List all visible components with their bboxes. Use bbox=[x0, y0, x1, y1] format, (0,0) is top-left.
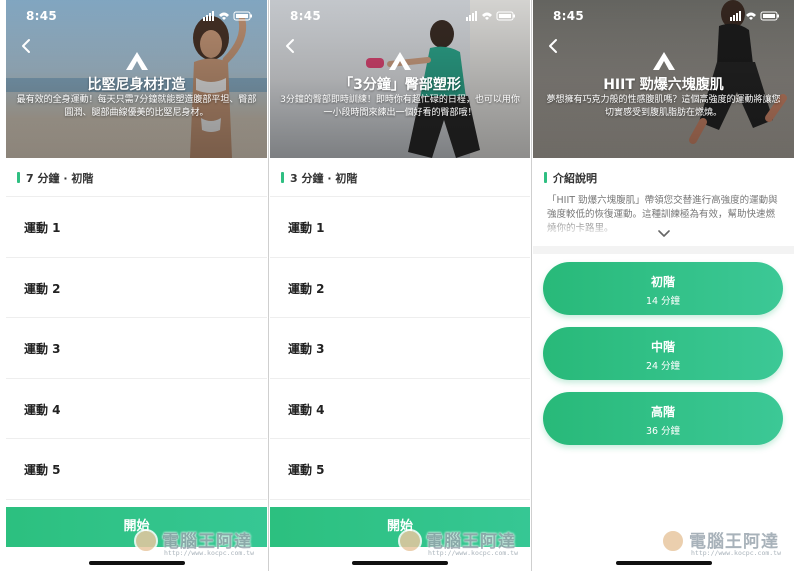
status-bar: 8:45 bbox=[6, 0, 267, 30]
exercise-item[interactable]: 運動 1 bbox=[6, 197, 267, 258]
home-indicator[interactable] bbox=[615, 561, 712, 565]
hero-banner: 8:45 「3分鐘」臀部塑形 3分鐘的臀部即時訓練！即時你有超忙碌的日程，也可以… bbox=[270, 0, 530, 158]
status-bar: 8:45 bbox=[533, 0, 794, 30]
accent-bar bbox=[544, 172, 547, 183]
exercise-label: 運動 3 bbox=[288, 342, 325, 356]
level-name: 高階 bbox=[650, 405, 675, 419]
watermark: 電腦王阿達 http://www.kocpc.com.tw bbox=[398, 527, 528, 557]
section-header: 7 分鐘 · 初階 bbox=[6, 166, 267, 190]
watermark-mascot-icon bbox=[661, 529, 685, 553]
level-name: 初階 bbox=[650, 275, 675, 289]
exercise-list: 運動 1 運動 2 運動 3 運動 4 運動 5 bbox=[270, 197, 530, 500]
watermark-url: http://www.kocpc.com.tw bbox=[164, 549, 255, 557]
home-indicator[interactable] bbox=[352, 561, 448, 565]
watermark: 電腦王阿達 http://www.kocpc.com.tw bbox=[134, 527, 264, 557]
exercise-item[interactable]: 運動 2 bbox=[270, 258, 530, 318]
hero-banner: 8:45 HIIT 勁爆六塊腹肌 夢想擁有巧克力般的性感腹肌嗎？這個高強度的運動… bbox=[533, 0, 794, 158]
workout-title: HIIT 勁爆六塊腹肌 bbox=[603, 77, 724, 93]
accent-bar bbox=[281, 172, 284, 183]
status-icons bbox=[203, 11, 252, 21]
exercise-item[interactable]: 運動 5 bbox=[270, 439, 530, 500]
section-header: 介紹說明 bbox=[533, 166, 794, 190]
level-duration: 24 分鐘 bbox=[645, 361, 681, 372]
exercise-item[interactable]: 運動 3 bbox=[270, 318, 530, 379]
exercise-list: 運動 1 運動 2 運動 3 運動 4 運動 5 bbox=[6, 197, 267, 500]
exercise-label: 運動 5 bbox=[24, 463, 61, 477]
level-beginner-button[interactable]: 初階 14 分鐘 bbox=[543, 262, 783, 315]
status-time: 8:45 bbox=[290, 9, 322, 23]
exercise-label: 運動 5 bbox=[288, 463, 325, 477]
exercise-item[interactable]: 運動 4 bbox=[270, 379, 530, 439]
chevron-down-icon[interactable] bbox=[657, 230, 670, 238]
accent-bar bbox=[17, 172, 20, 183]
watermark-url: http://www.kocpc.com.tw bbox=[428, 549, 519, 557]
app-logo-icon bbox=[652, 52, 675, 70]
status-icons bbox=[730, 11, 779, 21]
level-duration: 14 分鐘 bbox=[645, 296, 681, 307]
workout-title: 比堅尼身材打造 bbox=[87, 77, 186, 93]
back-arrow-icon[interactable] bbox=[282, 38, 298, 54]
exercise-label: 運動 3 bbox=[24, 342, 61, 356]
watermark: 電腦王阿達 http://www.kocpc.com.tw bbox=[661, 527, 791, 557]
screen-divider bbox=[531, 0, 532, 571]
exercise-label: 運動 4 bbox=[288, 402, 325, 417]
exercise-item[interactable]: 運動 2 bbox=[6, 258, 267, 318]
status-time: 8:45 bbox=[26, 9, 58, 23]
exercise-label: 運動 2 bbox=[24, 281, 61, 296]
workout-description: 夢想擁有巧克力般的性感腹肌嗎？這個高強度的運動將讓您切實感受到腹肌脂肪在燃燒。 bbox=[546, 95, 781, 118]
back-arrow-icon[interactable] bbox=[18, 38, 34, 54]
watermark-mascot-icon bbox=[134, 529, 158, 553]
level-duration: 36 分鐘 bbox=[645, 426, 681, 437]
exercise-item[interactable]: 運動 1 bbox=[270, 197, 530, 258]
app-logo-icon bbox=[125, 52, 148, 70]
section-header: 3 分鐘 · 初階 bbox=[270, 166, 530, 190]
exercise-item[interactable]: 運動 4 bbox=[6, 379, 267, 439]
screen-divider bbox=[268, 0, 269, 571]
status-bar: 8:45 bbox=[270, 0, 530, 30]
watermark-mascot-icon bbox=[398, 529, 422, 553]
status-icons bbox=[466, 11, 515, 21]
phone-screen-glutes: 8:45 「3分鐘」臀部塑形 3分鐘的臀部即時訓練！即時你有超忙碌的日程，也可以… bbox=[270, 0, 530, 571]
exercise-label: 運動 1 bbox=[288, 221, 325, 235]
watermark-url: http://www.kocpc.com.tw bbox=[691, 549, 782, 557]
exercise-item[interactable]: 運動 5 bbox=[6, 439, 267, 500]
exercise-label: 運動 4 bbox=[24, 402, 61, 417]
status-time: 8:45 bbox=[553, 9, 585, 23]
back-arrow-icon[interactable] bbox=[545, 38, 561, 54]
exercise-label: 運動 1 bbox=[24, 221, 61, 235]
level-advanced-button[interactable]: 高階 36 分鐘 bbox=[543, 392, 783, 445]
hero-banner: 8:45 比堅尼身材打造 最有效的全身運動！每天只需7分鐘就能塑造腹部平坦、臀部… bbox=[6, 0, 267, 158]
section-label: 介紹說明 bbox=[553, 172, 597, 185]
workout-description: 3分鐘的臀部即時訓練！即時你有超忙碌的日程，也可以用你一小段時間來練出一個好看的… bbox=[280, 95, 520, 118]
phone-screen-bikini: 8:45 比堅尼身材打造 最有效的全身運動！每天只需7分鐘就能塑造腹部平坦、臀部… bbox=[6, 0, 267, 571]
level-name: 中階 bbox=[650, 340, 675, 354]
section-label: 7 分鐘 · 初階 bbox=[26, 172, 94, 185]
app-logo-icon bbox=[389, 52, 411, 70]
divider bbox=[533, 246, 794, 254]
level-intermediate-button[interactable]: 中階 24 分鐘 bbox=[543, 327, 783, 380]
workout-description: 最有效的全身運動！每天只需7分鐘就能塑造腹部平坦、臀部圓潤、腿部曲線優美的比堅尼… bbox=[16, 95, 257, 118]
section-label: 3 分鐘 · 初階 bbox=[290, 172, 358, 185]
exercise-item[interactable]: 運動 3 bbox=[6, 318, 267, 379]
workout-title: 「3分鐘」臀部塑形 bbox=[339, 77, 461, 93]
exercise-label: 運動 2 bbox=[288, 281, 325, 296]
phone-screen-hiit: 8:45 HIIT 勁爆六塊腹肌 夢想擁有巧克力般的性感腹肌嗎？這個高強度的運動… bbox=[533, 0, 794, 571]
home-indicator[interactable] bbox=[88, 561, 185, 565]
